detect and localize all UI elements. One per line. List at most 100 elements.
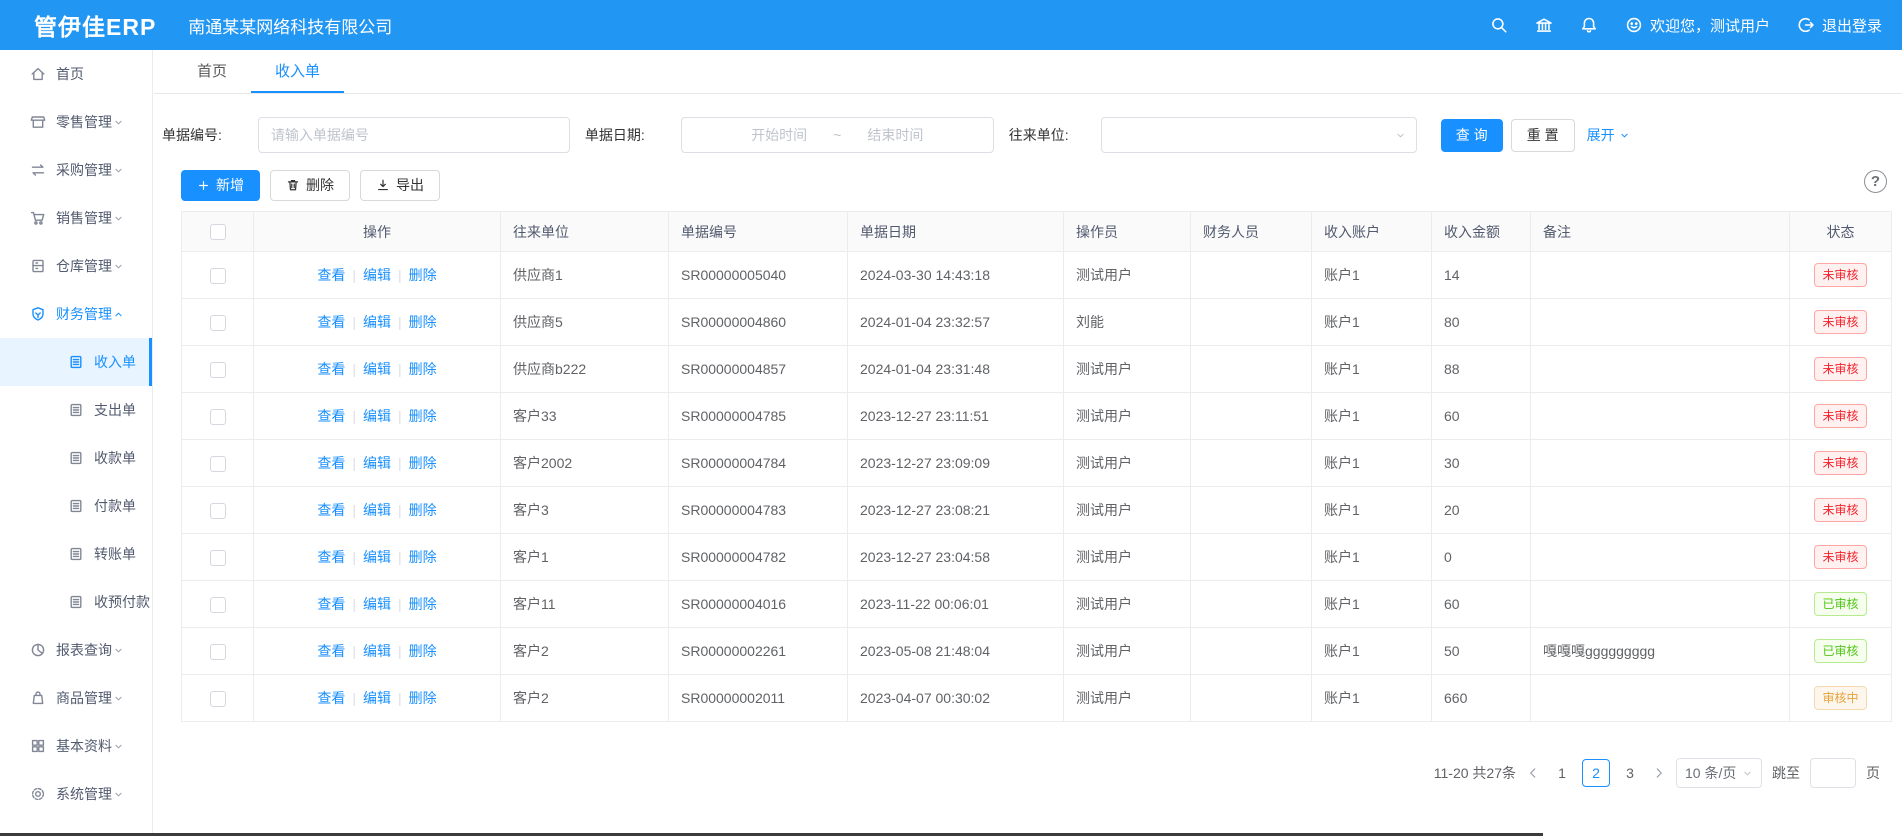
edit-link[interactable]: 编辑 [363, 549, 391, 565]
remark-cell [1531, 581, 1790, 628]
edit-link[interactable]: 编辑 [363, 690, 391, 706]
date-range-input[interactable]: 开始时间 ~ 结束时间 [681, 117, 994, 153]
delete-link[interactable]: 删除 [409, 314, 437, 330]
logout-button[interactable]: 退出登录 [1797, 15, 1882, 36]
delete-button[interactable]: 删除 [270, 170, 350, 201]
row-checkbox[interactable] [210, 456, 226, 472]
delete-link[interactable]: 删除 [409, 690, 437, 706]
sidebar-item-purchase-mgmt[interactable]: 采购管理 [0, 146, 152, 194]
partner-select[interactable] [1101, 117, 1417, 153]
edit-link[interactable]: 编辑 [363, 361, 391, 377]
logout-text: 退出登录 [1822, 15, 1882, 36]
page-size-select[interactable]: 10 条/页 [1676, 758, 1762, 788]
sidebar-item-receipt-bill[interactable]: 收款单 [0, 434, 152, 482]
bell-icon[interactable] [1580, 16, 1598, 34]
edit-link[interactable]: 编辑 [363, 455, 391, 471]
remark-cell [1531, 440, 1790, 487]
view-link[interactable]: 查看 [317, 502, 345, 518]
jump-page-input[interactable] [1810, 758, 1856, 788]
edit-link[interactable]: 编辑 [363, 596, 391, 612]
sidebar-item-basic-data[interactable]: 基本资料 [0, 722, 152, 770]
view-link[interactable]: 查看 [317, 361, 345, 377]
delete-link[interactable]: 删除 [409, 455, 437, 471]
sidebar-item-home[interactable]: 首页 [0, 50, 152, 98]
action-separator: | [352, 690, 356, 706]
tab-home[interactable]: 首页 [173, 50, 251, 93]
view-link[interactable]: 查看 [317, 267, 345, 283]
view-link[interactable]: 查看 [317, 314, 345, 330]
doc-icon [68, 402, 84, 418]
edit-link[interactable]: 编辑 [363, 267, 391, 283]
delete-link[interactable]: 删除 [409, 549, 437, 565]
income-amount-cell: 50 [1432, 628, 1531, 675]
finance-staff-cell [1191, 581, 1312, 628]
page-number-2[interactable]: 2 [1582, 759, 1610, 787]
delete-link[interactable]: 删除 [409, 596, 437, 612]
sidebar-item-transfer-bill[interactable]: 转账单 [0, 530, 152, 578]
bank-icon[interactable] [1535, 16, 1553, 34]
row-checkbox[interactable] [210, 644, 226, 660]
edit-link[interactable]: 编辑 [363, 643, 391, 659]
bill-date-cell: 2023-11-22 00:06:01 [848, 581, 1064, 628]
page-number-1[interactable]: 1 [1550, 765, 1574, 781]
sidebar-item-retail-mgmt[interactable]: 零售管理 [0, 98, 152, 146]
add-label: 新增 [216, 175, 244, 195]
finance-staff-cell [1191, 346, 1312, 393]
sidebar-item-label: 仓库管理 [56, 256, 112, 276]
sidebar-item-finance-mgmt[interactable]: 财务管理 [0, 290, 152, 338]
prev-page-icon[interactable] [1526, 766, 1540, 780]
action-separator: | [398, 314, 402, 330]
delete-link[interactable]: 删除 [409, 502, 437, 518]
edit-link[interactable]: 编辑 [363, 408, 391, 424]
chevron-down-icon [113, 693, 124, 704]
delete-link[interactable]: 删除 [409, 361, 437, 377]
page-number-3[interactable]: 3 [1618, 765, 1642, 781]
select-all-checkbox[interactable] [210, 224, 226, 240]
sidebar-item-report-query[interactable]: 报表查询 [0, 626, 152, 674]
user-greeting[interactable]: 欢迎您，测试用户 [1625, 15, 1770, 36]
sidebar-item-warehouse-mgmt[interactable]: 仓库管理 [0, 242, 152, 290]
header-checkbox-cell [182, 212, 254, 252]
sidebar-item-system-mgmt[interactable]: 系统管理 [0, 770, 152, 818]
finance-staff-cell [1191, 299, 1312, 346]
sidebar-item-income-bill[interactable]: 收入单 [0, 338, 152, 386]
reset-button[interactable]: 重 置 [1511, 119, 1575, 152]
delete-link[interactable]: 删除 [409, 408, 437, 424]
sidebar-item-expense-bill[interactable]: 支出单 [0, 386, 152, 434]
export-button[interactable]: 导出 [360, 170, 440, 201]
bill-no-input[interactable] [258, 117, 570, 153]
edit-link[interactable]: 编辑 [363, 314, 391, 330]
view-link[interactable]: 查看 [317, 596, 345, 612]
partner-cell: 客户1 [501, 534, 669, 581]
view-link[interactable]: 查看 [317, 643, 345, 659]
row-checkbox[interactable] [210, 315, 226, 331]
tab-income-bill[interactable]: 收入单 [251, 50, 344, 93]
add-button[interactable]: 新增 [181, 170, 260, 201]
search-button[interactable]: 查 询 [1441, 119, 1503, 152]
delete-link[interactable]: 删除 [409, 267, 437, 283]
row-checkbox[interactable] [210, 691, 226, 707]
expand-link[interactable]: 展开 [1587, 125, 1630, 145]
view-link[interactable]: 查看 [317, 690, 345, 706]
sidebar-item-payment-bill[interactable]: 付款单 [0, 482, 152, 530]
sidebar-item-sales-mgmt[interactable]: 销售管理 [0, 194, 152, 242]
row-checkbox[interactable] [210, 362, 226, 378]
next-page-icon[interactable] [1652, 766, 1666, 780]
edit-link[interactable]: 编辑 [363, 502, 391, 518]
view-link[interactable]: 查看 [317, 549, 345, 565]
income-account-cell: 账户1 [1312, 487, 1432, 534]
row-checkbox[interactable] [210, 409, 226, 425]
view-link[interactable]: 查看 [317, 408, 345, 424]
row-checkbox[interactable] [210, 268, 226, 284]
row-checkbox[interactable] [210, 550, 226, 566]
bill-date-cell: 2023-12-27 23:08:21 [848, 487, 1064, 534]
view-link[interactable]: 查看 [317, 455, 345, 471]
delete-link[interactable]: 删除 [409, 643, 437, 659]
help-icon[interactable]: ? [1864, 170, 1887, 193]
row-checkbox[interactable] [210, 597, 226, 613]
search-icon[interactable] [1490, 16, 1508, 34]
app-logo: 管伊佳ERP [34, 8, 156, 42]
sidebar-item-advance-receipt[interactable]: 收预付款 [0, 578, 152, 626]
sidebar-item-goods-mgmt[interactable]: 商品管理 [0, 674, 152, 722]
row-checkbox[interactable] [210, 503, 226, 519]
